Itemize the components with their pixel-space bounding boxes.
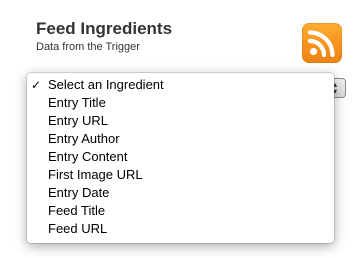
option-label: Select an Ingredient — [48, 77, 164, 92]
dropdown-option-entry-content[interactable]: Entry Content — [27, 148, 334, 166]
option-label: First Image URL — [48, 167, 143, 182]
dropdown-option-feed-url[interactable]: Feed URL — [27, 220, 334, 238]
option-label: Entry Content — [48, 149, 128, 164]
dropdown-option-entry-url[interactable]: Entry URL — [27, 112, 334, 130]
option-label: Entry Author — [48, 131, 120, 146]
checkmark-icon: ✓ — [31, 78, 42, 92]
dropdown-option-entry-date[interactable]: Entry Date — [27, 184, 334, 202]
feed-ingredients-panel: Feed Ingredients Data from the Trigger ▴… — [0, 0, 362, 258]
ingredient-dropdown-menu[interactable]: ✓ Select an Ingredient Entry Title Entry… — [27, 73, 334, 243]
dropdown-option-select-ingredient[interactable]: ✓ Select an Ingredient — [27, 76, 334, 94]
dropdown-option-entry-title[interactable]: Entry Title — [27, 94, 334, 112]
option-label: Entry Date — [48, 185, 110, 200]
option-label: Entry URL — [48, 113, 108, 128]
dropdown-option-first-image-url[interactable]: First Image URL — [27, 166, 334, 184]
dropdown-option-feed-title[interactable]: Feed Title — [27, 202, 334, 220]
option-label: Entry Title — [48, 95, 106, 110]
panel-subtitle: Data from the Trigger — [36, 41, 140, 53]
option-label: Feed Title — [48, 203, 106, 218]
rss-feed-icon — [302, 23, 342, 63]
option-label: Feed URL — [48, 221, 108, 236]
panel-title: Feed Ingredients — [36, 19, 173, 38]
dropdown-option-entry-author[interactable]: Entry Author — [27, 130, 334, 148]
